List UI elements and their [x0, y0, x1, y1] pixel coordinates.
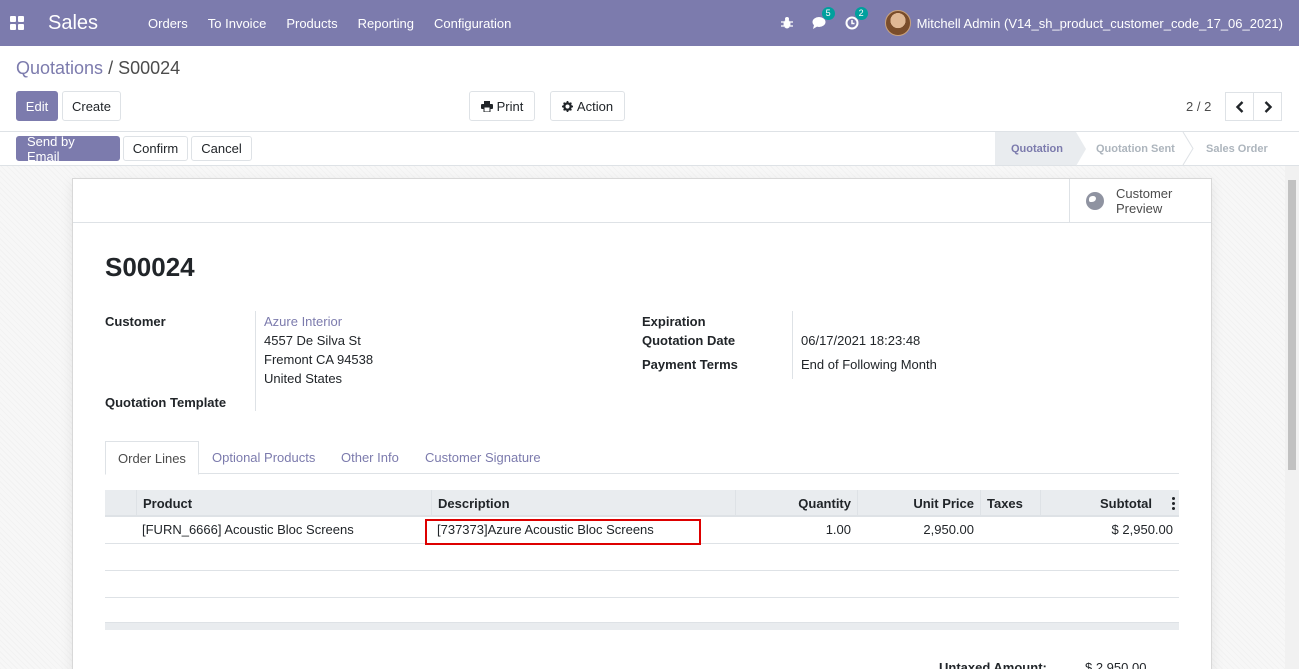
breadcrumb: Quotations / S00024 [16, 58, 180, 79]
address-line-1: 4557 De Silva St [264, 333, 361, 348]
payment-terms-value: End of Following Month [801, 357, 937, 372]
user-menu[interactable]: Mitchell Admin (V14_sh_product_customer_… [917, 16, 1283, 31]
tab-optional-products[interactable]: Optional Products [200, 441, 327, 474]
breadcrumb-separator: / [108, 58, 114, 78]
customer-preview-button[interactable]: Customer Preview [1069, 179, 1211, 223]
globe-icon [1086, 192, 1104, 210]
cancel-button[interactable]: Cancel [191, 136, 252, 161]
description-highlight-box [425, 519, 701, 545]
breadcrumb-current: S00024 [118, 58, 181, 78]
scrollbar-thumb[interactable] [1288, 180, 1296, 470]
chevron-right-icon [1264, 100, 1272, 113]
order-lines-table: Product Description Quantity Unit Price … [105, 490, 1179, 630]
untaxed-amount-label: Untaxed Amount: [939, 660, 1047, 669]
column-quantity[interactable]: Quantity [735, 490, 857, 517]
table-row-empty[interactable] [105, 571, 1179, 598]
stage-sales-order[interactable]: Sales Order [1196, 132, 1284, 165]
print-label: Print [496, 98, 524, 114]
pager-value[interactable]: 2 / 2 [1186, 99, 1211, 114]
customer-label: Customer [105, 314, 166, 329]
pager-next-button[interactable] [1253, 92, 1282, 121]
app-name[interactable]: Sales [48, 12, 98, 35]
table-footer [105, 622, 1179, 630]
menu-configuration[interactable]: Configuration [424, 16, 521, 31]
menu-orders[interactable]: Orders [138, 16, 198, 31]
column-unit-price[interactable]: Unit Price [857, 490, 980, 517]
customer-link[interactable]: Azure Interior [264, 314, 342, 329]
form-statusbar: Send by Email Confirm Cancel Quotation Q… [0, 131, 1299, 166]
untaxed-amount-value: $ 2,950.00 [1085, 660, 1147, 669]
table-row-empty[interactable] [105, 544, 1179, 571]
stage-arrow [1076, 132, 1086, 166]
print-button[interactable]: Print [469, 91, 535, 121]
row-unit-price[interactable]: 2,950.00 [857, 517, 980, 543]
menu-to-invoice[interactable]: To Invoice [198, 16, 277, 31]
main-menu: Orders To Invoice Products Reporting Con… [138, 16, 521, 31]
row-taxes[interactable] [980, 517, 1040, 543]
stage-quotation-sent[interactable]: Quotation Sent [1086, 132, 1186, 165]
user-avatar[interactable] [884, 10, 911, 36]
chevron-left-icon [1235, 100, 1243, 113]
button-box: Customer Preview [73, 179, 1211, 223]
row-product[interactable]: [FURN_6666] Acoustic Bloc Screens [136, 517, 431, 543]
notebook-tabs: Order Lines Optional Products Other Info… [105, 441, 1179, 475]
gear-icon [561, 100, 573, 112]
table-row[interactable]: [FURN_6666] Acoustic Bloc Screens [73737… [105, 517, 1179, 545]
debug-bug-icon[interactable] [780, 16, 794, 30]
menu-products[interactable]: Products [276, 16, 347, 31]
action-label: Action [576, 98, 614, 114]
record-title: S00024 [105, 252, 195, 282]
stage-quotation[interactable]: Quotation [995, 132, 1076, 165]
create-button[interactable]: Create [62, 91, 121, 121]
top-navbar: Sales Orders To Invoice Products Reporti… [0, 0, 1299, 46]
activities-count-badge: 2 [854, 7, 868, 20]
column-product[interactable]: Product [136, 490, 431, 517]
column-subtotal[interactable]: Subtotal [1040, 490, 1158, 517]
column-taxes[interactable]: Taxes [980, 490, 1040, 517]
quotation-template-label: Quotation Template [105, 395, 227, 410]
pager-previous-button[interactable] [1225, 92, 1254, 121]
expiration-label: Expiration [642, 314, 706, 329]
tab-other-info[interactable]: Other Info [329, 441, 411, 474]
messages-count-badge: 5 [821, 7, 835, 20]
tab-order-lines[interactable]: Order Lines [105, 441, 199, 475]
customer-preview-label: Customer Preview [1116, 186, 1173, 216]
optional-columns-icon[interactable] [1172, 497, 1175, 510]
edit-button[interactable]: Edit [16, 91, 58, 121]
action-button[interactable]: Action [550, 91, 625, 121]
address-line-2: Fremont CA 94538 [264, 352, 374, 367]
stage-separator [1182, 132, 1194, 165]
confirm-button[interactable]: Confirm [123, 136, 188, 161]
field-divider [255, 311, 256, 411]
quotation-date-value: 06/17/2021 18:23:48 [801, 333, 921, 348]
row-subtotal: $ 2,950.00 [1111, 522, 1173, 537]
send-by-email-button[interactable]: Send by Email [16, 134, 120, 164]
activities-clock-icon[interactable]: 2 [845, 7, 868, 30]
payment-terms-label: Payment Terms [642, 357, 738, 372]
breadcrumb-quotations-link[interactable]: Quotations [16, 58, 103, 78]
quotation-date-label: Quotation Date [642, 333, 736, 348]
row-quantity[interactable]: 1.00 [735, 517, 857, 543]
form-sheet: Customer Preview S00024 Customer Azure I… [72, 178, 1212, 669]
column-description[interactable]: Description [431, 490, 735, 517]
field-divider [792, 311, 793, 379]
address-line-3: United States [264, 371, 343, 386]
menu-reporting[interactable]: Reporting [348, 16, 424, 31]
messages-icon[interactable]: 5 [812, 7, 835, 30]
systray: 5 2 Mitchell Admin (V14_sh_product_custo… [762, 0, 1283, 46]
table-header: Product Description Quantity Unit Price … [105, 490, 1179, 517]
apps-menu-icon[interactable] [10, 16, 24, 30]
printer-icon [480, 100, 493, 112]
tab-customer-signature[interactable]: Customer Signature [413, 441, 553, 474]
vertical-scrollbar[interactable] [1285, 166, 1299, 669]
